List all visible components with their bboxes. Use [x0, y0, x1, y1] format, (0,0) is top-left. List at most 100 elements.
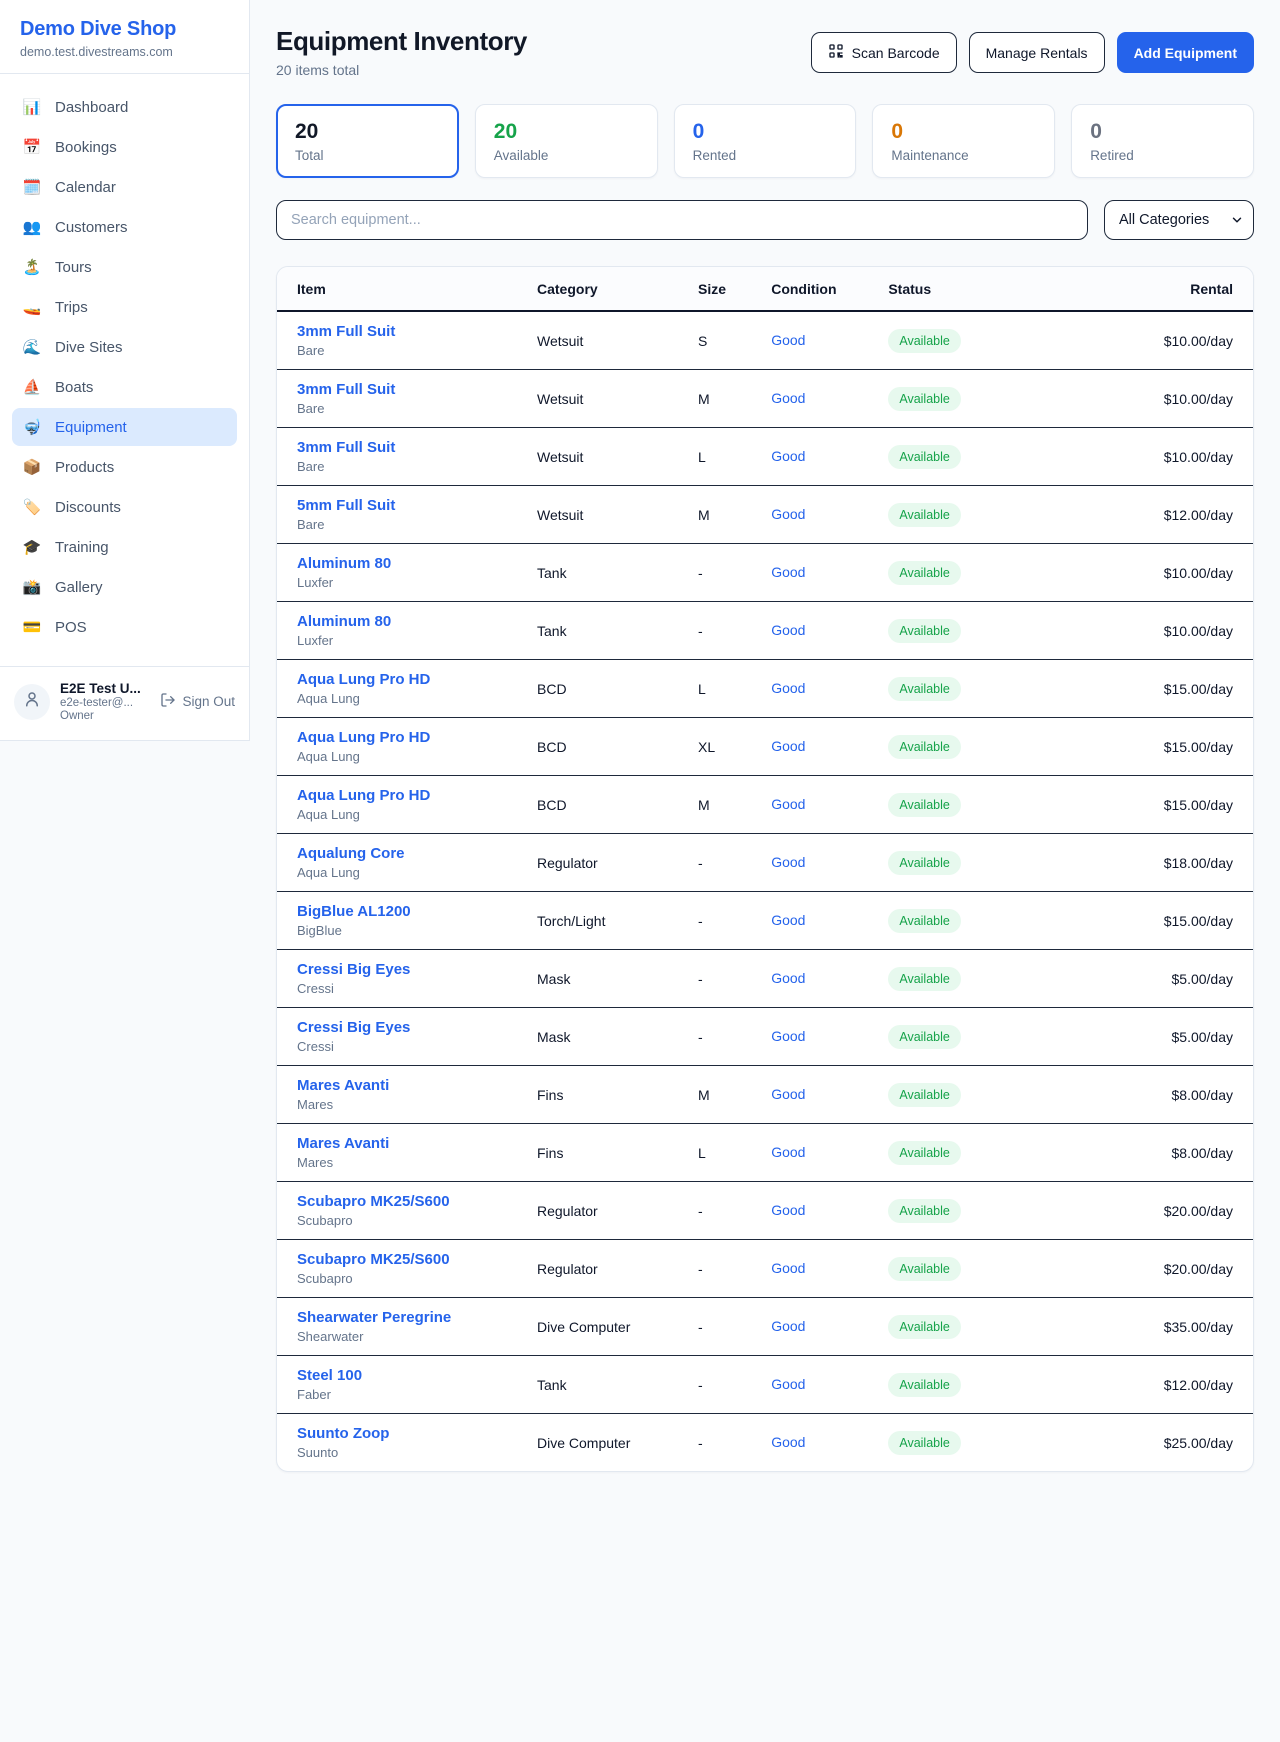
item-name-link[interactable]: Aqua Lung Pro HD	[297, 671, 505, 688]
sidebar-item-discounts[interactable]: 🏷️Discounts	[12, 488, 237, 526]
table-row: Aqualung CoreAqua LungRegulator-GoodAvai…	[277, 834, 1253, 892]
table-row: 3mm Full SuitBareWetsuitMGoodAvailable$1…	[277, 370, 1253, 428]
sidebar-nav: 📊Dashboard📅Bookings🗓️Calendar👥Customers🏝…	[0, 74, 249, 658]
sidebar: Demo Dive Shop demo.test.divestreams.com…	[0, 0, 250, 741]
item-name-link[interactable]: Aluminum 80	[297, 613, 505, 630]
item-condition-link[interactable]: Good	[771, 564, 805, 580]
table-row: Shearwater PeregrineShearwaterDive Compu…	[277, 1298, 1253, 1356]
item-condition-link[interactable]: Good	[771, 1260, 805, 1276]
item-name-link[interactable]: 5mm Full Suit	[297, 497, 505, 514]
item-name-link[interactable]: Scubapro MK25/S600	[297, 1193, 505, 1210]
sidebar-item-equipment[interactable]: 🤿Equipment	[12, 408, 237, 446]
item-name-link[interactable]: Aqua Lung Pro HD	[297, 787, 505, 804]
item-name-link[interactable]: Aluminum 80	[297, 555, 505, 572]
stat-card-total[interactable]: 20Total	[276, 104, 459, 178]
add-equipment-button[interactable]: Add Equipment	[1117, 32, 1254, 73]
item-condition-link[interactable]: Good	[771, 680, 805, 696]
sign-out-label: Sign Out	[182, 694, 235, 709]
item-condition-link[interactable]: Good	[771, 1434, 805, 1450]
sidebar-item-boats[interactable]: ⛵Boats	[12, 368, 237, 406]
sidebar-item-customers[interactable]: 👥Customers	[12, 208, 237, 246]
item-name-link[interactable]: 3mm Full Suit	[297, 439, 505, 456]
item-condition-link[interactable]: Good	[771, 1318, 805, 1334]
item-condition-link[interactable]: Good	[771, 970, 805, 986]
stat-value: 0	[1090, 120, 1235, 144]
item-brand: Cressi	[297, 981, 505, 996]
item-name-link[interactable]: Scubapro MK25/S600	[297, 1251, 505, 1268]
item-condition-link[interactable]: Good	[771, 1376, 805, 1392]
stat-card-maintenance[interactable]: 0Maintenance	[872, 104, 1055, 178]
stat-card-retired[interactable]: 0Retired	[1071, 104, 1254, 178]
table-row: 3mm Full SuitBareWetsuitSGoodAvailable$1…	[277, 311, 1253, 370]
category-select[interactable]: All Categories	[1104, 200, 1254, 240]
item-rental-price: $8.00/day	[1058, 1066, 1253, 1124]
item-name-link[interactable]: Mares Avanti	[297, 1077, 505, 1094]
sidebar-item-bookings[interactable]: 📅Bookings	[12, 128, 237, 166]
page-title-block: Equipment Inventory 20 items total	[276, 26, 527, 78]
item-size: M	[682, 486, 755, 544]
sidebar-item-pos[interactable]: 💳POS	[12, 608, 237, 646]
item-condition-link[interactable]: Good	[771, 1202, 805, 1218]
item-condition-link[interactable]: Good	[771, 796, 805, 812]
item-name-link[interactable]: Steel 100	[297, 1367, 505, 1384]
item-condition-link[interactable]: Good	[771, 912, 805, 928]
item-rental-price: $20.00/day	[1058, 1240, 1253, 1298]
sidebar-item-dashboard[interactable]: 📊Dashboard	[12, 88, 237, 126]
status-badge: Available	[888, 793, 961, 817]
brand-title[interactable]: Demo Dive Shop	[20, 18, 229, 41]
sidebar-item-calendar[interactable]: 🗓️Calendar	[12, 168, 237, 206]
item-name-link[interactable]: 3mm Full Suit	[297, 381, 505, 398]
item-rental-price: $15.00/day	[1058, 776, 1253, 834]
sidebar-item-tours[interactable]: 🏝️Tours	[12, 248, 237, 286]
item-brand: Luxfer	[297, 633, 505, 648]
item-condition-link[interactable]: Good	[771, 1028, 805, 1044]
item-category: Mask	[521, 1008, 682, 1066]
item-brand: BigBlue	[297, 923, 505, 938]
sidebar-item-gallery[interactable]: 📸Gallery	[12, 568, 237, 606]
item-rental-price: $8.00/day	[1058, 1124, 1253, 1182]
stat-card-rented[interactable]: 0Rented	[674, 104, 857, 178]
scan-barcode-button[interactable]: Scan Barcode	[811, 32, 957, 73]
manage-rentals-button[interactable]: Manage Rentals	[969, 32, 1105, 73]
item-brand: Aqua Lung	[297, 691, 505, 706]
item-name-link[interactable]: Aqualung Core	[297, 845, 505, 862]
sign-out-button[interactable]: Sign Out	[160, 692, 235, 711]
item-condition-link[interactable]: Good	[771, 448, 805, 464]
item-name-link[interactable]: BigBlue AL1200	[297, 903, 505, 920]
sidebar-item-trips[interactable]: 🚤Trips	[12, 288, 237, 326]
table-row: Cressi Big EyesCressiMask-GoodAvailable$…	[277, 950, 1253, 1008]
sign-out-icon	[160, 692, 176, 711]
item-condition-link[interactable]: Good	[771, 622, 805, 638]
status-badge: Available	[888, 387, 961, 411]
sidebar-item-label: Products	[55, 459, 114, 476]
sidebar-item-dive-sites[interactable]: 🌊Dive Sites	[12, 328, 237, 366]
item-condition-link[interactable]: Good	[771, 854, 805, 870]
products-icon: 📦	[22, 458, 42, 476]
sidebar-item-training[interactable]: 🎓Training	[12, 528, 237, 566]
stat-value: 0	[693, 120, 838, 144]
item-name-link[interactable]: Aqua Lung Pro HD	[297, 729, 505, 746]
item-name-link[interactable]: Cressi Big Eyes	[297, 961, 505, 978]
item-category: Torch/Light	[521, 892, 682, 950]
item-name-link[interactable]: 3mm Full Suit	[297, 323, 505, 340]
status-badge: Available	[888, 1257, 961, 1281]
item-category: Wetsuit	[521, 428, 682, 486]
item-condition-link[interactable]: Good	[771, 1086, 805, 1102]
item-rental-price: $18.00/day	[1058, 834, 1253, 892]
category-select-wrap: All Categories	[1104, 200, 1254, 240]
stat-card-available[interactable]: 20Available	[475, 104, 658, 178]
item-name-link[interactable]: Mares Avanti	[297, 1135, 505, 1152]
item-condition-link[interactable]: Good	[771, 390, 805, 406]
status-badge: Available	[888, 1373, 961, 1397]
item-name-link[interactable]: Shearwater Peregrine	[297, 1309, 505, 1326]
item-condition-link[interactable]: Good	[771, 332, 805, 348]
training-icon: 🎓	[22, 538, 42, 556]
item-name-link[interactable]: Suunto Zoop	[297, 1425, 505, 1442]
status-badge: Available	[888, 677, 961, 701]
item-name-link[interactable]: Cressi Big Eyes	[297, 1019, 505, 1036]
item-condition-link[interactable]: Good	[771, 1144, 805, 1160]
item-condition-link[interactable]: Good	[771, 506, 805, 522]
search-input[interactable]	[276, 200, 1088, 240]
item-condition-link[interactable]: Good	[771, 738, 805, 754]
sidebar-item-products[interactable]: 📦 Products	[12, 448, 237, 486]
